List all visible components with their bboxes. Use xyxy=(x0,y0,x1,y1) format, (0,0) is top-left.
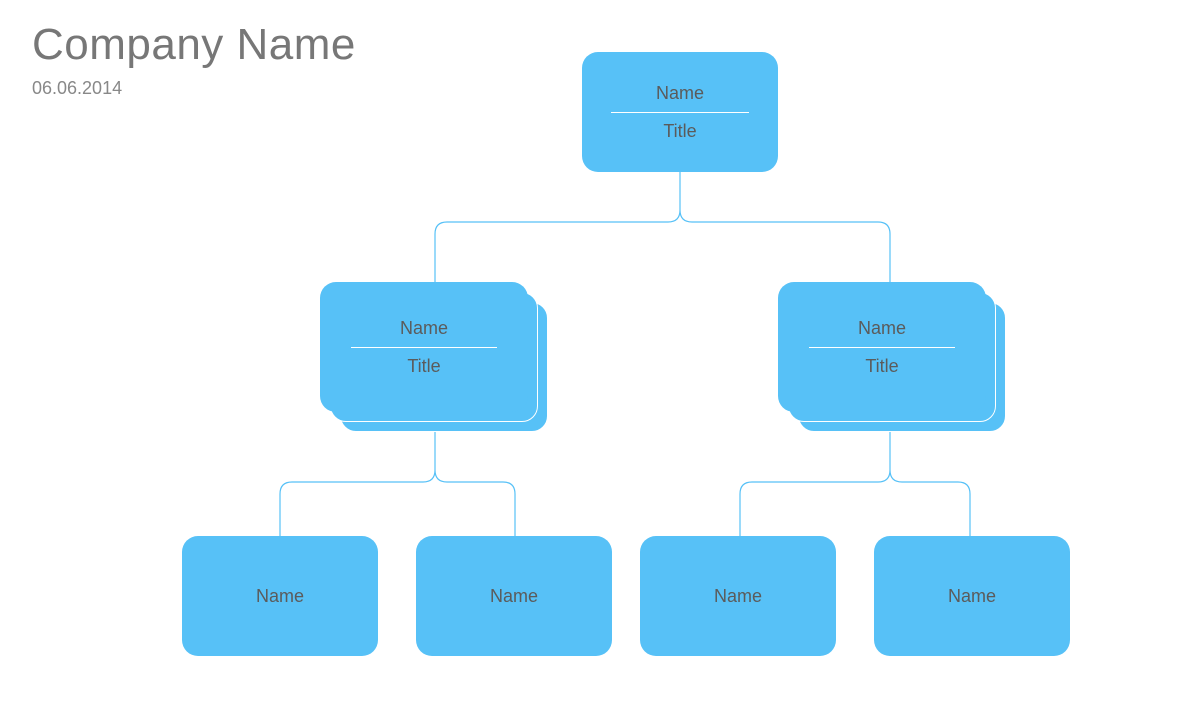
org-card-name: Name xyxy=(948,586,996,607)
org-card-title: Title xyxy=(663,121,696,142)
org-card-l2-left: Name Title xyxy=(320,282,528,412)
card-divider xyxy=(809,347,955,348)
org-node-l3-3: Name xyxy=(640,536,836,656)
card-divider xyxy=(611,112,748,113)
org-node-l3-1: Name xyxy=(182,536,378,656)
org-card-root: Name Title xyxy=(582,52,778,172)
org-card-leaf: Name xyxy=(182,536,378,656)
org-card-name: Name xyxy=(400,318,448,339)
org-node-l3-4: Name xyxy=(874,536,1070,656)
org-card-name: Name xyxy=(858,318,906,339)
org-card-title: Title xyxy=(407,356,440,377)
org-card-name: Name xyxy=(656,83,704,104)
org-card-name: Name xyxy=(256,586,304,607)
org-node-l3-2: Name xyxy=(416,536,612,656)
org-card-leaf: Name xyxy=(874,536,1070,656)
org-node-root: Name Title xyxy=(582,52,778,172)
card-divider xyxy=(351,347,497,348)
org-node-l2-right: Name Title xyxy=(778,282,1006,432)
org-card-leaf: Name xyxy=(416,536,612,656)
org-card-leaf: Name xyxy=(640,536,836,656)
org-node-l2-left: Name Title xyxy=(320,282,548,432)
org-card-title: Title xyxy=(865,356,898,377)
org-card-l2-right: Name Title xyxy=(778,282,986,412)
org-card-name: Name xyxy=(490,586,538,607)
org-card-name: Name xyxy=(714,586,762,607)
